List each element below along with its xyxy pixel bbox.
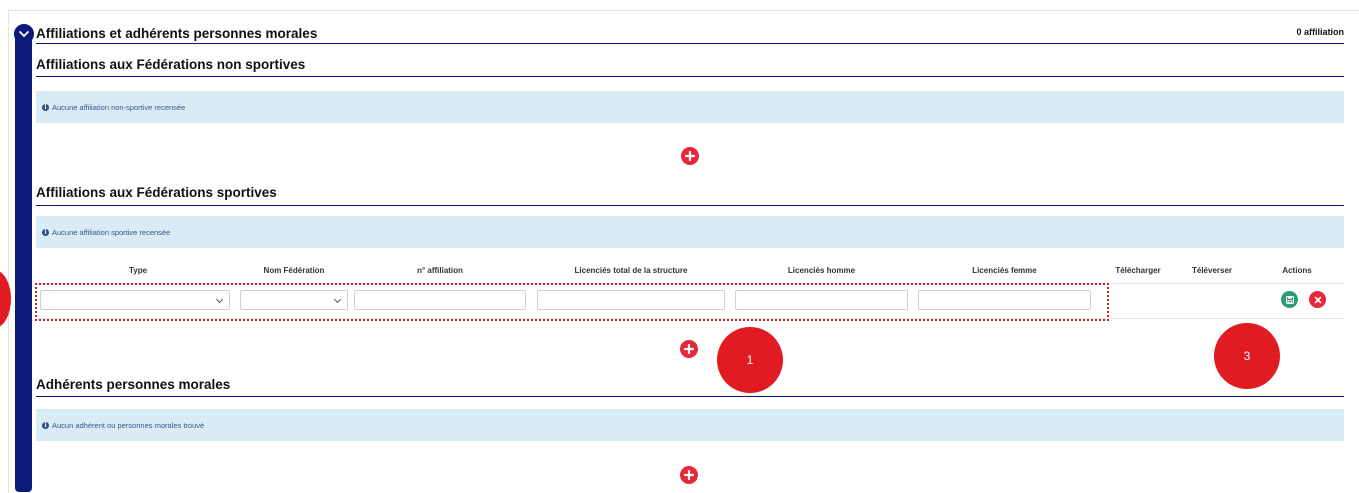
plus-icon [684, 150, 696, 162]
plus-icon [683, 469, 695, 481]
info-text: Aucun adhérent ou personnes morales trou… [52, 420, 205, 430]
column-header: Licenciés femme [972, 266, 1037, 275]
annotation-callout-1: 1 [717, 327, 783, 393]
info-sport: i Aucune affiliation sportive recensée [36, 216, 1344, 248]
panel-title: Affiliations et adhérents personnes mora… [36, 26, 318, 41]
column-header: Télécharger [1115, 266, 1161, 275]
info-members: i Aucun adhérent ou personnes morales tr… [36, 409, 1344, 441]
add-non-sport-button[interactable] [681, 147, 699, 165]
section-title-sport: Affiliations aux Fédérations sportives [36, 185, 277, 200]
column-header: Téléverser [1191, 266, 1233, 275]
delete-button[interactable] [1309, 291, 1326, 308]
affiliation-count: 0 affiliation [1296, 27, 1344, 37]
section-accent-bar [15, 26, 32, 492]
section-title-non-sport: Affiliations aux Fédérations non sportiv… [36, 57, 306, 72]
save-button[interactable] [1281, 291, 1298, 308]
divider [36, 76, 1344, 77]
add-member-button[interactable] [680, 466, 698, 484]
annotation-highlight [35, 283, 1109, 321]
column-header: n° affiliation [417, 266, 463, 275]
save-icon [1285, 295, 1294, 304]
info-icon: i [42, 103, 49, 111]
column-header: Nom Fédération [263, 266, 325, 275]
column-header: Licenciés total de la structure [574, 266, 688, 275]
collapse-toggle[interactable] [14, 24, 34, 44]
column-header: Type [128, 266, 148, 275]
add-sport-button[interactable] [680, 340, 698, 358]
info-text: Aucune affiliation sportive recensée [52, 227, 171, 237]
info-icon: i [42, 421, 49, 429]
chevron-down-icon [19, 31, 29, 37]
column-header: Actions [1282, 266, 1312, 275]
section-title-members: Adhérents personnes morales [36, 377, 231, 392]
annotation-callout-3: 3 [1214, 323, 1280, 389]
divider [36, 43, 1344, 44]
info-icon: i [42, 228, 49, 236]
info-text: Aucune affiliation non-sportive recensée [52, 102, 186, 112]
info-non-sport: i Aucune affiliation non-sportive recens… [36, 91, 1344, 123]
plus-icon [683, 343, 695, 355]
divider [36, 396, 1344, 397]
column-header: Licenciés homme [787, 266, 856, 275]
close-icon [1314, 296, 1321, 303]
divider [36, 205, 1344, 206]
